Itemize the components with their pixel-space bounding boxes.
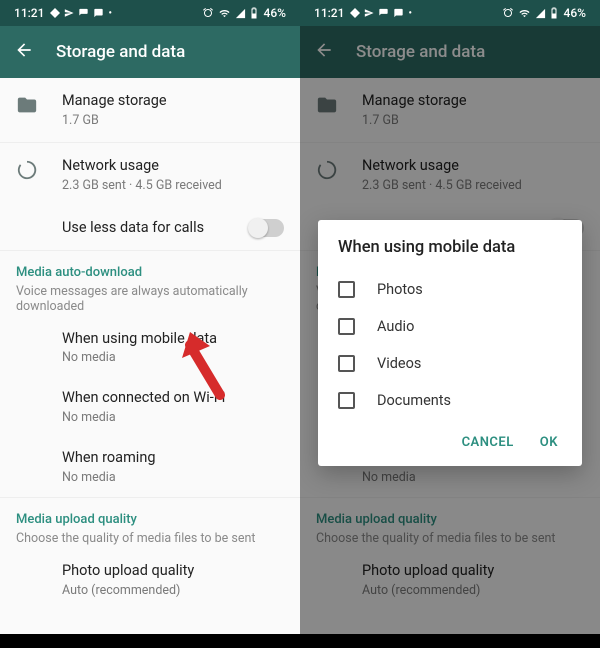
- checkbox-videos[interactable]: [338, 355, 355, 372]
- dialog-option-label: Videos: [377, 355, 421, 372]
- status-right-icons: [202, 7, 258, 19]
- page-title: Storage and data: [56, 42, 185, 62]
- dialog-option-label: Documents: [377, 392, 451, 409]
- status-time: 11:21: [14, 6, 44, 20]
- dialog-option-label: Photos: [377, 281, 423, 298]
- use-less-data-title: Use less data for calls: [62, 219, 204, 238]
- use-less-data-row[interactable]: Use less data for calls: [0, 207, 300, 250]
- photo-quality-row[interactable]: Photo upload quality Auto (recommended): [0, 550, 300, 610]
- dialog-option-audio[interactable]: Audio: [338, 308, 562, 345]
- wifi-sub: No media: [62, 410, 284, 425]
- mobile-data-sub: No media: [62, 350, 284, 365]
- media-section-sub: Voice messages are always automatically …: [16, 284, 284, 314]
- checkbox-audio[interactable]: [338, 318, 355, 335]
- wifi-icon: [218, 8, 231, 19]
- ok-button[interactable]: OK: [540, 435, 558, 450]
- back-icon[interactable]: [14, 40, 34, 64]
- upload-section: Media upload quality Choose the quality …: [0, 498, 300, 550]
- roaming-sub: No media: [62, 470, 284, 485]
- roaming-title: When roaming: [62, 449, 284, 468]
- phone-right: 11:21 • 46% Storage and data: [300, 0, 600, 648]
- app-bar: Storage and data: [0, 26, 300, 78]
- dialog-option-photos[interactable]: Photos: [338, 271, 562, 308]
- cancel-button[interactable]: CANCEL: [462, 435, 514, 450]
- nav-bar: [0, 634, 300, 648]
- media-section-title: Media auto-download: [16, 265, 284, 280]
- media-autodownload-section: Media auto-download Voice messages are a…: [0, 251, 300, 318]
- folder-icon: [14, 92, 40, 116]
- status-battery-r: 46%: [564, 6, 586, 20]
- dialog-option-documents[interactable]: Documents: [338, 382, 562, 419]
- status-time-r: 11:21: [314, 6, 344, 20]
- use-less-data-toggle[interactable]: [250, 219, 284, 237]
- signal-icon: [235, 8, 246, 19]
- dialog-option-videos[interactable]: Videos: [338, 345, 562, 382]
- checkbox-photos[interactable]: [338, 281, 355, 298]
- mobile-data-title: When using mobile data: [62, 330, 284, 349]
- network-usage-row[interactable]: Network usage 2.3 GB sent · 4.5 GB recei…: [0, 143, 300, 207]
- manage-storage-title: Manage storage: [62, 92, 284, 111]
- network-usage-title: Network usage: [62, 157, 284, 176]
- upload-section-title: Media upload quality: [16, 512, 284, 527]
- phone-left: 11:21 • 46% Storage and data: [0, 0, 300, 648]
- settings-content: Manage storage 1.7 GB Network usage 2.3 …: [0, 78, 300, 634]
- roaming-row[interactable]: When roaming No media: [0, 437, 300, 497]
- data-usage-icon: [14, 157, 40, 181]
- status-bar-r: 11:21 • 46%: [300, 0, 600, 26]
- photo-quality-sub: Auto (recommended): [62, 583, 284, 598]
- wifi-row[interactable]: When connected on Wi-Fi No media: [0, 377, 300, 437]
- status-bar: 11:21 • 46%: [0, 0, 300, 26]
- alarm-icon: [202, 7, 214, 19]
- dialog-title: When using mobile data: [338, 238, 562, 257]
- photo-quality-title: Photo upload quality: [62, 562, 284, 581]
- status-battery: 46%: [264, 6, 286, 20]
- manage-storage-sub: 1.7 GB: [62, 113, 284, 128]
- mobile-data-row[interactable]: When using mobile data No media: [0, 318, 300, 378]
- network-usage-sub: 2.3 GB sent · 4.5 GB received: [62, 178, 284, 193]
- battery-icon: [250, 7, 258, 19]
- dialog-option-label: Audio: [377, 318, 414, 335]
- manage-storage-row[interactable]: Manage storage 1.7 GB: [0, 78, 300, 142]
- upload-section-sub: Choose the quality of media files to be …: [16, 531, 284, 546]
- status-left-icons: •: [50, 8, 112, 19]
- checkbox-documents[interactable]: [338, 392, 355, 409]
- mobile-data-dialog: When using mobile data Photos Audio Vide…: [318, 220, 582, 466]
- nav-bar-r: [300, 634, 600, 648]
- wifi-title: When connected on Wi-Fi: [62, 389, 284, 408]
